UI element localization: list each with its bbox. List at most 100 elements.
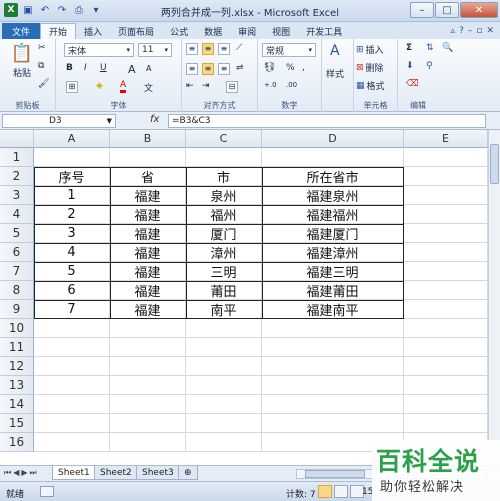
grid-cell[interactable] [404,376,488,395]
grid-cell[interactable] [262,395,404,414]
grid-cell[interactable] [404,262,488,281]
grid-cell[interactable] [110,414,186,433]
border-icon[interactable]: ⊞ [66,81,78,93]
phonetic-icon[interactable]: 文 [144,81,153,94]
tab-view[interactable]: 视图 [264,23,298,39]
horizontal-scroll-thumb[interactable] [305,470,365,478]
vertical-scroll-thumb[interactable] [490,144,499,184]
grid-cell[interactable] [110,319,186,338]
grid-cell[interactable]: 漳州 [186,243,262,262]
grid-cell[interactable] [404,395,488,414]
grid-cell[interactable] [110,148,186,167]
grid-cell[interactable] [110,357,186,376]
vertical-scrollbar[interactable] [488,130,500,465]
row-header[interactable]: 7 [0,262,34,281]
spreadsheet-grid[interactable]: A B C D E 1 2 序号省市所在省市 3 1 福建 泉州 福建泉州 4 2 福建 福州 福建福州… [0,130,488,465]
grid-cell[interactable]: 福建 [110,262,186,281]
fill-color-icon[interactable]: ◈ [96,81,103,91]
format-cells-button[interactable]: ▦ 格式 [356,79,385,93]
grid-cell[interactable] [34,357,110,376]
row-header[interactable]: 8 [0,281,34,300]
formula-input[interactable]: =B3&C3 [168,114,486,128]
grid-cell[interactable] [404,319,488,338]
minimize-ribbon-icon[interactable]: ▵ [451,26,456,36]
orientation-icon[interactable]: ⟋ [236,43,242,53]
shrink-font-button[interactable]: A [146,64,151,73]
grid-cell[interactable]: 省 [110,167,186,186]
grid-cell[interactable] [404,300,488,319]
grid-cell[interactable] [186,376,262,395]
align-bottom-icon[interactable]: ≡ [218,43,230,55]
sort-filter-icon[interactable]: ⇅ [426,43,434,53]
align-top-icon[interactable]: ≡ [186,43,198,55]
binoculars-icon[interactable]: ⚲ [426,61,433,71]
currency-icon[interactable]: 💱 [264,63,275,73]
italic-button[interactable]: I [84,63,87,73]
align-middle-icon[interactable]: ≡ [202,43,214,55]
grid-cell[interactable] [404,205,488,224]
grid-cell[interactable]: 福建莆田 [262,281,404,300]
comma-button[interactable]: , [302,63,305,73]
font-name-select[interactable]: 宋体 ▾ [64,43,134,57]
grid-cell[interactable]: 福建 [110,186,186,205]
fill-icon[interactable]: ⬇ [406,61,414,71]
grid-cell[interactable] [404,186,488,205]
row-header[interactable]: 1 [0,148,34,167]
tab-review[interactable]: 审阅 [230,23,264,39]
normal-view-button[interactable] [318,485,332,498]
row-header[interactable]: 11 [0,338,34,357]
grid-cell[interactable]: 7 [34,300,110,319]
delete-cells-button[interactable]: ⊠ 删除 [356,61,384,75]
align-left-icon[interactable]: ≡ [186,63,198,75]
row-header[interactable]: 4 [0,205,34,224]
font-size-select[interactable]: 11 ▾ [138,43,172,57]
grid-cell[interactable]: 5 [34,262,110,281]
grid-cell[interactable] [34,338,110,357]
grid-cell[interactable] [404,338,488,357]
grid-cell[interactable]: 福建福州 [262,205,404,224]
grid-cell[interactable]: 3 [34,224,110,243]
row-header[interactable]: 2 [0,167,34,186]
help-icon[interactable]: ? [459,26,464,36]
window-close-icon[interactable]: ✕ [486,26,494,36]
row-header[interactable]: 10 [0,319,34,338]
grid-cell[interactable] [404,148,488,167]
find-select-icon[interactable]: 🔍 [442,43,453,53]
grid-cell[interactable]: 福建三明 [262,262,404,281]
sheet-tab-sheet1[interactable]: Sheet1 [52,466,96,480]
row-header[interactable]: 16 [0,433,34,452]
tab-formulas[interactable]: 公式 [162,23,196,39]
grid-cell[interactable]: 泉州 [186,186,262,205]
grow-font-button[interactable]: A [128,63,136,76]
grid-cell[interactable]: 市 [186,167,262,186]
page-layout-view-button[interactable] [334,485,348,498]
row-header[interactable]: 14 [0,395,34,414]
align-center-icon[interactable]: ≡ [202,63,214,75]
row-header[interactable]: 5 [0,224,34,243]
grid-cell[interactable] [262,319,404,338]
grid-cell[interactable] [110,376,186,395]
insert-sheet-icon[interactable]: ⊕ [178,466,198,480]
grid-cell[interactable]: 福建 [110,281,186,300]
grid-cell[interactable] [110,433,186,452]
row-header[interactable]: 3 [0,186,34,205]
grid-cell[interactable] [404,414,488,433]
column-header-a[interactable]: A [34,130,110,148]
grid-cell[interactable] [34,395,110,414]
grid-cell[interactable] [110,395,186,414]
minimize-button[interactable]: – [410,2,434,18]
grid-cell[interactable]: 2 [34,205,110,224]
sheet-tab-sheet3[interactable]: Sheet3 [136,466,180,480]
grid-cell[interactable] [404,357,488,376]
font-color-button[interactable]: A [120,81,127,93]
number-format-select[interactable]: 常规 ▾ [262,43,316,57]
sheet-tab-sheet2[interactable]: Sheet2 [94,466,138,480]
name-box-dropdown-icon[interactable]: ▼ [107,115,112,127]
grid-cell[interactable] [186,148,262,167]
clear-icon[interactable]: ⌫ [406,79,419,89]
grid-cell[interactable]: 莆田 [186,281,262,300]
grid-cell[interactable] [262,376,404,395]
grid-cell[interactable] [404,281,488,300]
percent-button[interactable]: % [286,63,295,73]
grid-cell[interactable]: 1 [34,186,110,205]
